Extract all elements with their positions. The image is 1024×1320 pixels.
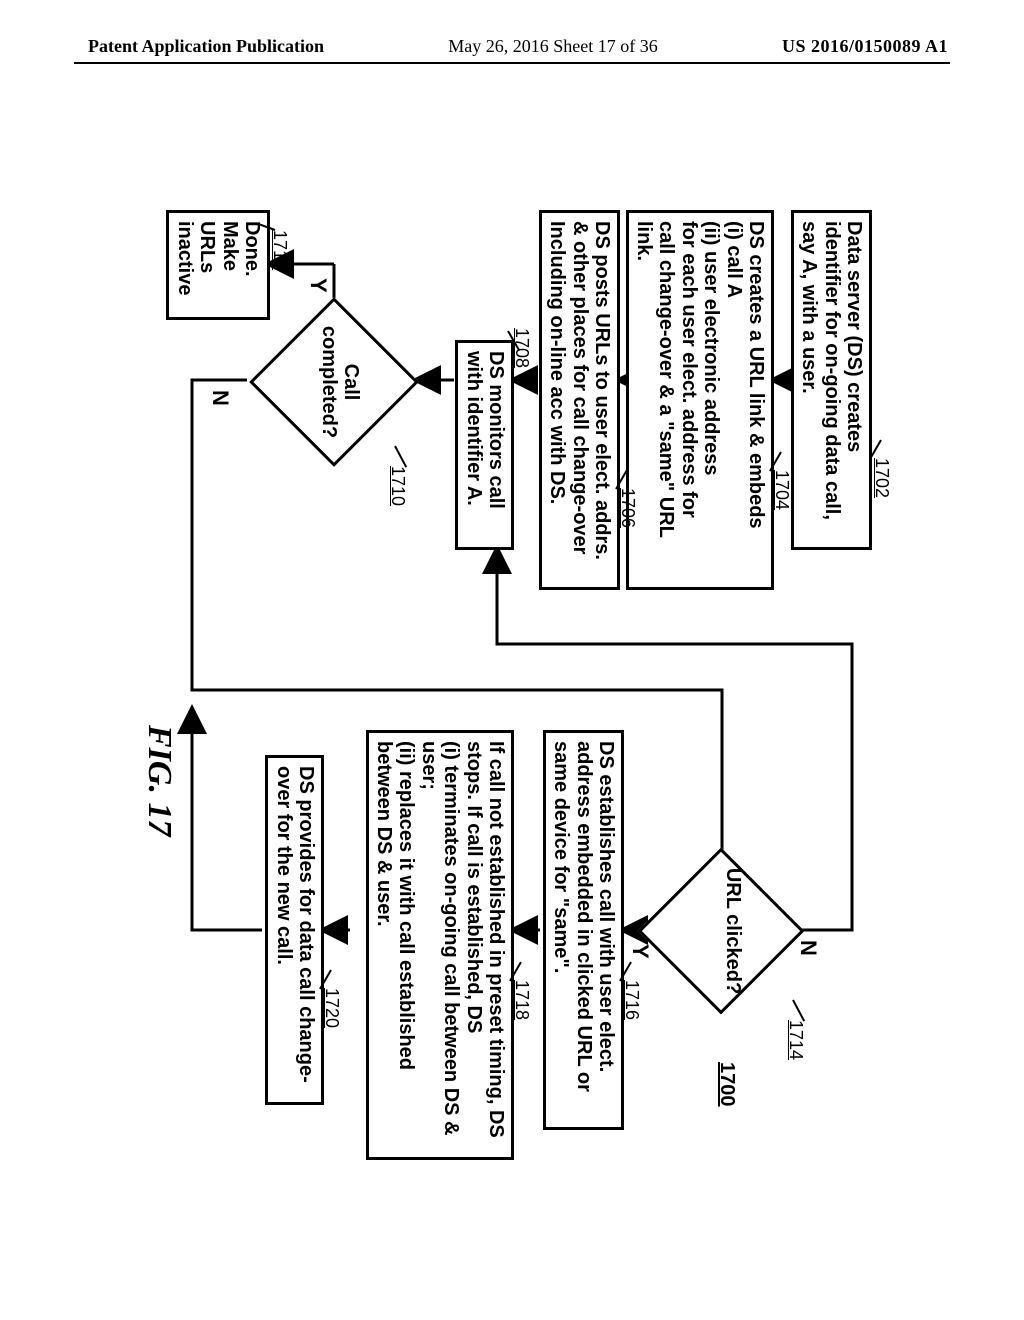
figure-17: Data server (DS) creates identifier for … [132, 170, 892, 1230]
ref-1718: 1718 [512, 980, 532, 1020]
step-1702: Data server (DS) creates identifier for … [791, 210, 872, 550]
figure-number: 1700 [716, 1062, 738, 1107]
step-1712: Done. Make URLs inactive [166, 210, 270, 320]
ref-1702: 1702 [872, 458, 892, 498]
ref-1720: 1720 [322, 988, 342, 1028]
header-left: Patent Application Publication [88, 36, 324, 57]
header-right: US 2016/0150089 A1 [782, 36, 948, 57]
d1710-y: Y [305, 278, 330, 293]
header-middle: May 26, 2016 Sheet 17 of 36 [448, 36, 657, 57]
page-header: Patent Application Publication May 26, 2… [0, 36, 1024, 57]
ref-1716: 1716 [622, 980, 642, 1020]
step-1716: DS establishes call with user elect. add… [543, 730, 624, 1130]
ref-1710: 1710 [388, 466, 408, 506]
d1714-n: N [795, 940, 820, 956]
page: Patent Application Publication May 26, 2… [0, 0, 1024, 1320]
ref-1712: 1712 [270, 230, 290, 270]
ref-1714: 1714 [786, 1020, 806, 1060]
ref-1704: 1704 [772, 470, 792, 510]
header-rule [74, 62, 950, 64]
ref-1708: 1708 [512, 328, 532, 368]
figure-label: FIG. 17 [140, 725, 178, 836]
step-1718: If call not established in preset timing… [366, 730, 514, 1160]
step-1706: DS posts URLs to user elect. addrs. & ot… [539, 210, 620, 590]
step-1708: DS monitors call with identifier A. [455, 340, 514, 550]
ref-1706: 1706 [618, 488, 638, 528]
d1710-n: N [207, 390, 232, 406]
step-1704: DS creates a URL link & embeds (i) call … [626, 210, 774, 590]
d1714-y: Y [627, 944, 652, 959]
step-1720: DS provides for data call change-over fo… [265, 755, 324, 1105]
